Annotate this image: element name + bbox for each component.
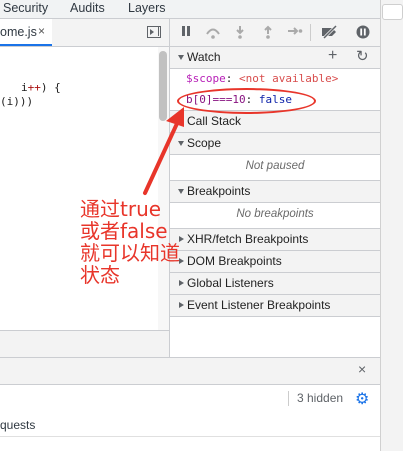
annotation-line: 状态: [80, 263, 120, 287]
annotation-arrow: [143, 107, 184, 195]
annotation-line: 通过true: [80, 197, 162, 221]
annotation-line: 或者false: [80, 219, 168, 243]
annotation-line: 就可以知道: [80, 241, 180, 265]
annotation-text: 通过true 或者false 就可以知道 状态: [80, 198, 180, 286]
